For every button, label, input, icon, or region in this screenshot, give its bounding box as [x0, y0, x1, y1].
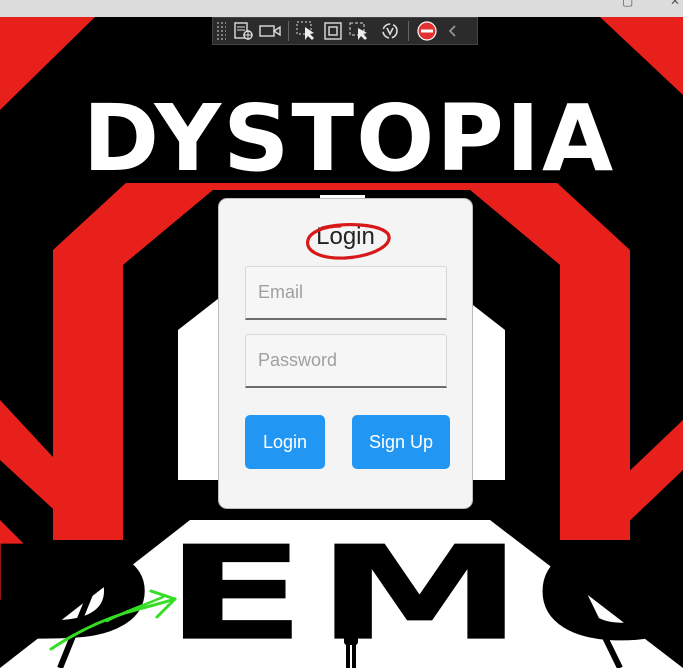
toolbar-separator	[288, 21, 289, 41]
live-tree-icon[interactable]	[231, 19, 257, 43]
track-focus-icon[interactable]	[346, 19, 372, 43]
close-icon[interactable]: ✕	[670, 0, 680, 7]
app-window: ▢ ✕ DYSTOPIA DEMO Login Email Login Sign…	[0, 0, 683, 668]
login-form: Login Login Sign Up	[218, 198, 473, 509]
collapse-chevron-icon[interactable]	[440, 19, 466, 43]
toolbar-grip-icon[interactable]	[216, 21, 226, 41]
stop-icon[interactable]	[414, 19, 440, 43]
hot-reload-icon[interactable]	[377, 19, 403, 43]
email-input[interactable]	[246, 267, 446, 318]
login-title: Login	[316, 223, 375, 250]
logo-dystopia: DYSTOPIA	[83, 85, 615, 192]
logo-text-dystopia: DYSTOPIA	[83, 85, 615, 192]
debug-toolbar	[212, 17, 478, 45]
video-icon[interactable]	[257, 19, 283, 43]
password-input[interactable]	[246, 335, 446, 386]
sign-up-button[interactable]: Sign Up	[352, 415, 450, 469]
toolbar-separator	[408, 21, 409, 41]
window-title-bar: ▢ ✕	[0, 0, 683, 17]
password-field[interactable]	[245, 334, 447, 388]
login-button[interactable]: Login	[245, 415, 325, 469]
email-field[interactable]	[245, 266, 447, 320]
layout-adorners-icon[interactable]	[320, 19, 346, 43]
select-element-icon[interactable]	[294, 19, 320, 43]
window-restore-icon[interactable]: ▢	[622, 0, 633, 7]
